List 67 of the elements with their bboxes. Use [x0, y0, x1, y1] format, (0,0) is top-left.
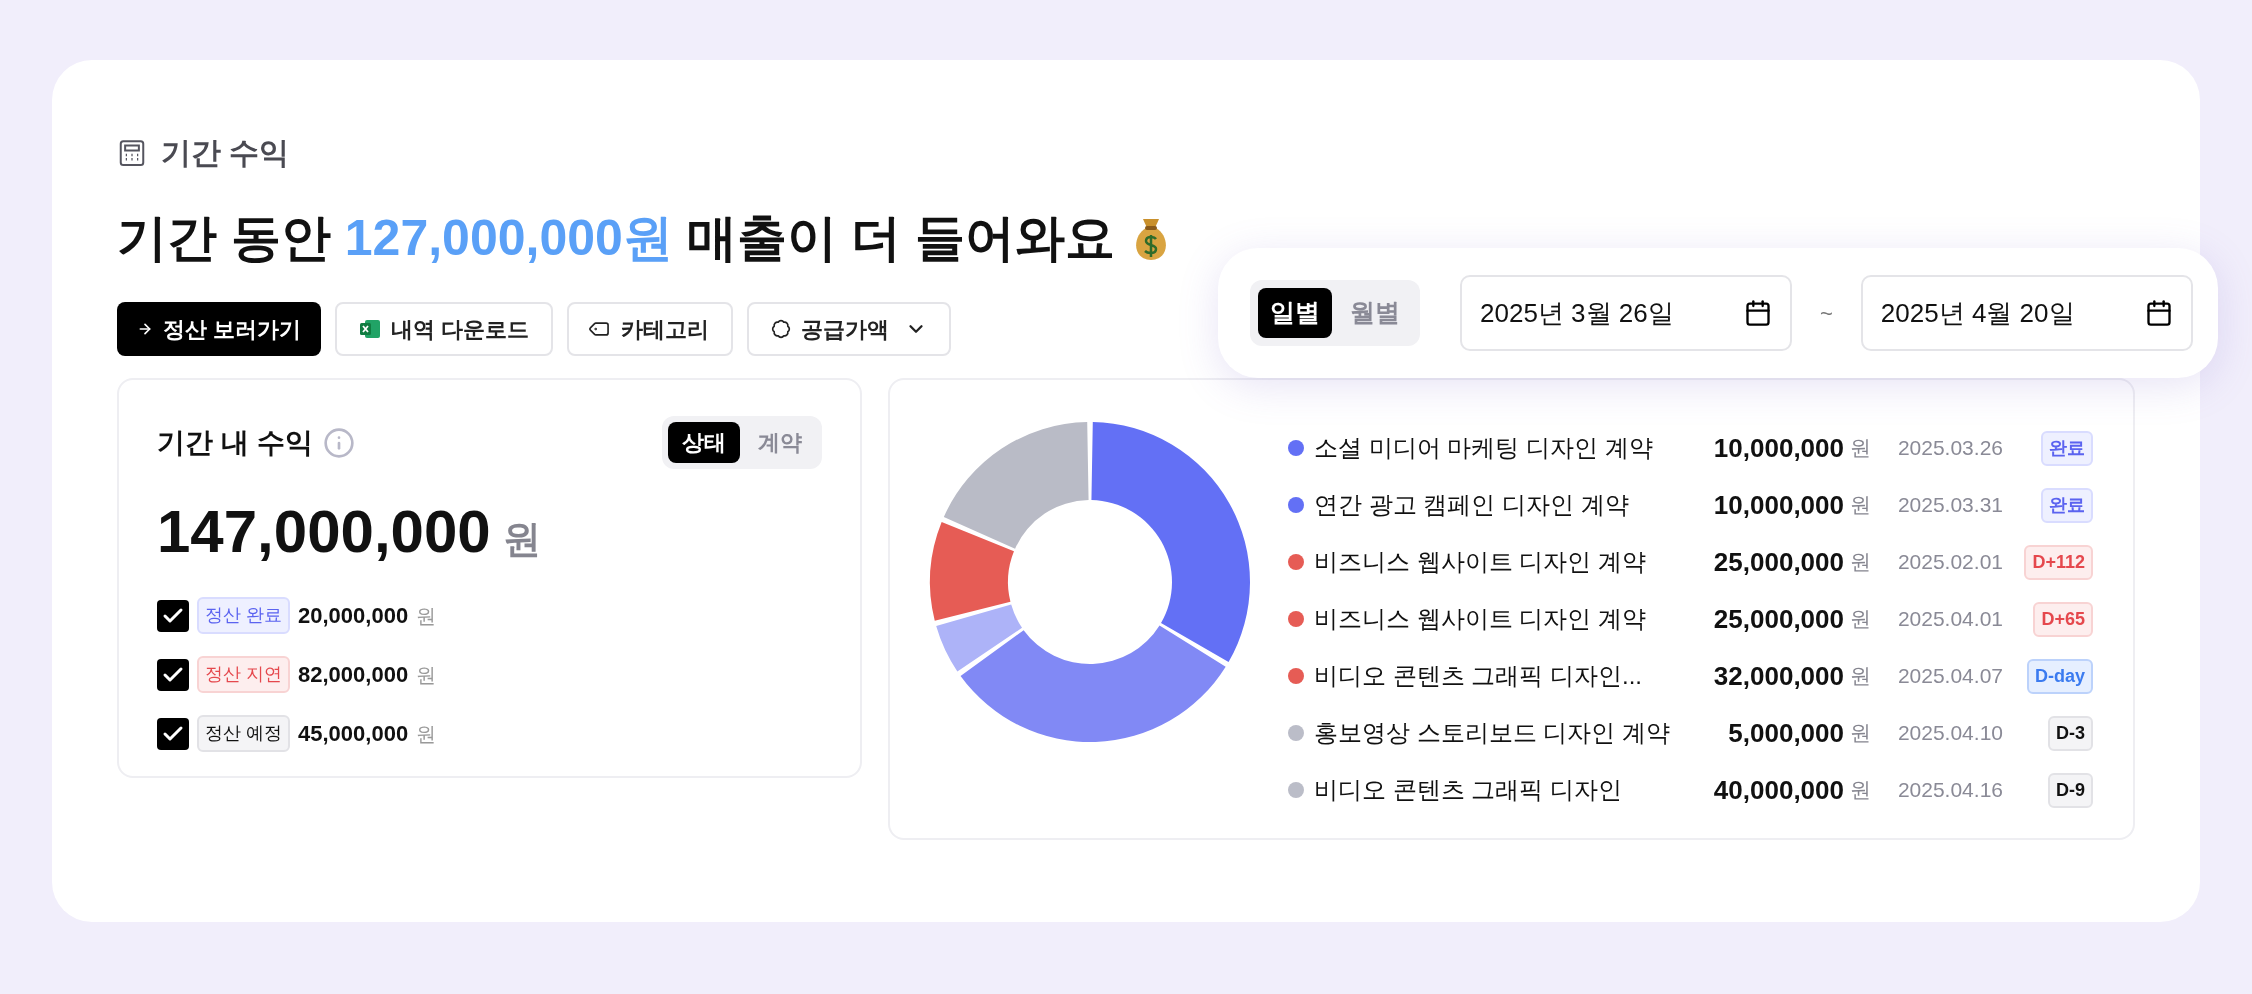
card-title: 기간 내 수익	[157, 425, 313, 460]
currency-unit: 원	[416, 662, 437, 688]
status-amount: 82,000,000	[298, 661, 409, 689]
status-tag: 정산 예정	[197, 715, 290, 752]
spreadsheet-icon	[359, 318, 382, 340]
badge-icon	[771, 319, 792, 339]
status-badge: D-3	[2048, 715, 2093, 751]
end-date-field[interactable]: 2025년 4월 20일	[1860, 275, 2193, 351]
range-separator: ~	[1820, 299, 1833, 328]
checkbox[interactable]	[157, 599, 189, 632]
contract-name: 연간 광고 캠페인 디자인 계약	[1314, 490, 1630, 520]
contract-date: 2025.02.01	[1896, 549, 2003, 576]
headline: 기간 동안 127,000,000원 매출이 더 들어와요	[117, 209, 1115, 268]
contract-name: 소셜 미디어 마케팅 디자인 계약	[1314, 433, 1654, 463]
contract-name: 비즈니스 웹사이트 디자인 계약	[1314, 547, 1647, 577]
calculator-icon	[117, 137, 147, 168]
contract-date: 2025.04.16	[1896, 777, 2003, 804]
contract-amount: 10,000,000	[1712, 488, 1844, 522]
contract-date: 2025.04.10	[1896, 720, 2003, 747]
status-badge: D+112	[2024, 544, 2093, 580]
action-button[interactable]: 공급가액	[747, 302, 952, 356]
contract-date: 2025.04.07	[1896, 663, 2003, 690]
contract-amount: 10,000,000	[1712, 431, 1844, 465]
currency-unit: 원	[1850, 720, 1871, 747]
contract-date: 2025.03.31	[1896, 492, 2003, 519]
status-badge: D+65	[2033, 601, 2093, 637]
contract-date: 2025.04.01	[1896, 606, 2003, 633]
contract-amount: 40,000,000	[1712, 773, 1844, 807]
action-button[interactable]: 정산 보러가기	[117, 302, 322, 356]
segment-tab[interactable]: 상태	[668, 422, 740, 463]
action-button[interactable]: 내역 다운로드	[335, 302, 554, 356]
calendar-icon	[1744, 299, 1772, 327]
currency-unit: 원	[502, 517, 541, 562]
contract-amount: 32,000,000	[1712, 659, 1844, 693]
currency-unit: 원	[1850, 663, 1871, 690]
start-date-field[interactable]: 2025년 3월 26일	[1460, 275, 1792, 351]
contract-date: 2025.03.26	[1896, 435, 2003, 462]
contract-amount: 25,000,000	[1712, 602, 1844, 636]
status-amount: 45,000,000	[298, 720, 409, 748]
contract-amount: 5,000,000	[1727, 716, 1844, 750]
calendar-icon	[2144, 299, 2173, 327]
status-badge: 완료	[2041, 430, 2093, 466]
checkbox[interactable]	[157, 658, 189, 691]
currency-unit: 원	[1850, 492, 1871, 519]
status-tag: 정산 완료	[197, 597, 290, 634]
status-amount: 20,000,000	[298, 602, 409, 630]
status-badge: D-9	[2048, 772, 2093, 808]
contract-name: 홍보영상 스토리보드 디자인 계약	[1314, 718, 1671, 748]
contract-amount: 25,000,000	[1712, 545, 1844, 579]
currency-unit: 원	[416, 721, 437, 747]
currency-unit: 원	[1850, 549, 1871, 576]
section-title: 기간 수익	[161, 135, 290, 171]
status-badge: D-day	[2027, 658, 2093, 694]
total-amount: 147,000,000	[157, 497, 491, 567]
info-icon	[322, 426, 355, 459]
currency-unit: 원	[416, 603, 437, 629]
action-button[interactable]: 카테고리	[567, 302, 734, 356]
currency-unit: 원	[1850, 777, 1871, 804]
contract-name: 비디오 콘텐츠 그래픽 디자인	[1314, 775, 1623, 805]
status-badge: 완료	[2041, 487, 2093, 523]
contract-name: 비즈니스 웹사이트 디자인 계약	[1314, 604, 1647, 634]
segment-tab[interactable]: 일별	[1258, 288, 1332, 338]
currency-unit: 원	[1850, 435, 1871, 462]
currency-unit: 원	[1850, 606, 1871, 633]
checkbox[interactable]	[157, 717, 189, 750]
status-tag: 정산 지연	[197, 656, 290, 693]
contract-name: 비디오 콘텐츠 그래픽 디자인...	[1314, 661, 1643, 691]
